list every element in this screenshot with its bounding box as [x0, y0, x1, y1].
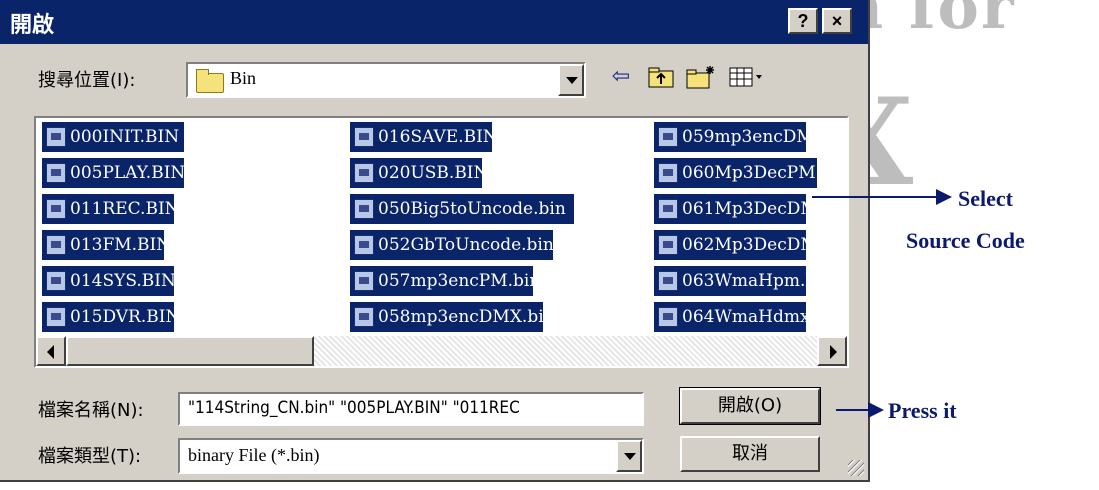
file-item[interactable]: 064WmaHdmx.b	[654, 302, 806, 332]
filename-label: 檔案名稱(N):	[38, 400, 144, 421]
file-item[interactable]: 061Mp3DecDMX	[654, 194, 806, 224]
view-menu-icon[interactable]	[728, 62, 766, 92]
file-item[interactable]: 060Mp3DecPM.b	[654, 158, 817, 188]
file-item[interactable]: 058mp3encDMX.bin	[350, 302, 543, 332]
binary-file-icon	[46, 163, 66, 183]
file-item[interactable]: 005PLAY.BIN	[42, 158, 184, 188]
select-arrow-line	[812, 196, 938, 198]
binary-file-icon	[46, 199, 66, 219]
press-arrow-line	[836, 409, 872, 411]
back-arrow-icon[interactable]: ⇦	[606, 62, 636, 92]
file-name: 050Big5toUncode.bin	[378, 199, 566, 219]
press-arrow-icon	[868, 402, 884, 418]
chevron-down-icon[interactable]	[616, 440, 642, 472]
file-name: 011REC.BIN	[70, 199, 174, 219]
binary-file-icon	[658, 163, 678, 183]
annotation-source-code: Source Code	[906, 228, 1025, 253]
title-bar: 開啟 ? ×	[0, 0, 868, 44]
binary-file-icon	[46, 127, 66, 147]
file-name: 015DVR.BIN	[70, 307, 174, 327]
binary-file-icon	[658, 199, 678, 219]
file-name: 063WmaHpm.bi	[682, 271, 806, 291]
file-name: 064WmaHdmx.b	[682, 307, 806, 327]
open-file-dialog: 開啟 ? × 搜尋位置(I): Bin ⇦ 000INIT.BIN 005PLAY…	[0, 0, 870, 482]
cancel-button[interactable]: 取消	[680, 436, 820, 472]
binary-file-icon	[354, 127, 374, 147]
scroll-thumb[interactable]	[66, 336, 314, 366]
lookin-value: Bin	[230, 68, 257, 88]
binary-file-icon	[46, 307, 66, 327]
horizontal-scrollbar[interactable]	[36, 336, 847, 366]
file-grid: 000INIT.BIN 005PLAY.BIN 011REC.BIN 013FM.BI…	[36, 118, 847, 336]
file-item[interactable]: 014SYS.BIN	[42, 266, 174, 296]
file-item[interactable]: 000INIT.BIN	[42, 122, 184, 152]
binary-file-icon	[354, 271, 374, 291]
open-button[interactable]: 開啟(O)	[679, 387, 821, 425]
file-item[interactable]: 057mp3encPM.bin	[350, 266, 533, 296]
file-name: 058mp3encDMX.bin	[378, 307, 543, 327]
file-item[interactable]: 059mp3encDMY	[654, 122, 806, 152]
scroll-left-icon[interactable]	[36, 336, 66, 366]
folder-icon	[196, 69, 224, 93]
lookin-label: 搜尋位置(I):	[38, 70, 136, 91]
file-name: 059mp3encDMY	[682, 127, 806, 147]
file-name: 060Mp3DecPM.b	[682, 163, 817, 183]
binary-file-icon	[46, 235, 66, 255]
file-item[interactable]: 020USB.BIN	[350, 158, 482, 188]
file-item[interactable]: 063WmaHpm.bi	[654, 266, 806, 296]
file-item[interactable]: 052GbToUncode.bin	[350, 230, 553, 260]
file-name: 000INIT.BIN	[70, 127, 180, 147]
binary-file-icon	[658, 307, 678, 327]
file-name: 014SYS.BIN	[70, 271, 174, 291]
lookin-dropdown[interactable]: Bin	[186, 62, 586, 98]
close-button[interactable]: ×	[822, 8, 852, 34]
help-button[interactable]: ?	[788, 8, 818, 34]
filetype-label: 檔案類型(T):	[38, 446, 142, 467]
file-name: 013FM.BIN	[70, 235, 164, 255]
binary-file-icon	[354, 163, 374, 183]
binary-file-icon	[354, 235, 374, 255]
file-item[interactable]: 015DVR.BIN	[42, 302, 174, 332]
binary-file-icon	[658, 127, 678, 147]
file-item[interactable]: 050Big5toUncode.bin	[350, 194, 574, 224]
file-item[interactable]: 062Mp3DecDMY	[654, 230, 806, 260]
file-name: 005PLAY.BIN	[70, 163, 184, 183]
file-name: 052GbToUncode.bin	[378, 235, 553, 255]
file-name: 016SAVE.BIN	[378, 127, 492, 147]
binary-file-icon	[46, 271, 66, 291]
select-arrow-icon	[936, 189, 952, 205]
file-item[interactable]: 016SAVE.BIN	[350, 122, 492, 152]
binary-file-icon	[658, 235, 678, 255]
resize-grip-icon[interactable]	[848, 460, 864, 476]
file-name: 057mp3encPM.bin	[378, 271, 533, 291]
binary-file-icon	[354, 307, 374, 327]
filename-field[interactable]: "114String_CN.bin" "005PLAY.BIN" "011REC	[178, 392, 644, 426]
filename-value: "114String_CN.bin" "005PLAY.BIN" "011REC	[188, 398, 520, 418]
up-folder-icon[interactable]	[646, 62, 676, 92]
file-item[interactable]: 013FM.BIN	[42, 230, 164, 260]
dialog-title: 開啟	[10, 13, 55, 38]
scroll-right-icon[interactable]	[817, 336, 847, 366]
binary-file-icon	[658, 271, 678, 291]
file-list[interactable]: 000INIT.BIN 005PLAY.BIN 011REC.BIN 013FM.BI…	[34, 116, 849, 368]
filetype-dropdown[interactable]: binary File (*.bin)	[178, 438, 644, 474]
annotation-press-it: Press it	[888, 398, 957, 423]
file-name: 062Mp3DecDMY	[682, 235, 806, 255]
new-folder-icon[interactable]	[686, 62, 716, 92]
chevron-down-icon[interactable]	[558, 64, 584, 96]
file-name: 020USB.BIN	[378, 163, 482, 183]
binary-file-icon	[354, 199, 374, 219]
filetype-value: binary File (*.bin)	[188, 445, 320, 465]
file-item[interactable]: 011REC.BIN	[42, 194, 174, 224]
annotation-select: Select	[958, 186, 1013, 211]
file-name: 061Mp3DecDMX	[682, 199, 806, 219]
